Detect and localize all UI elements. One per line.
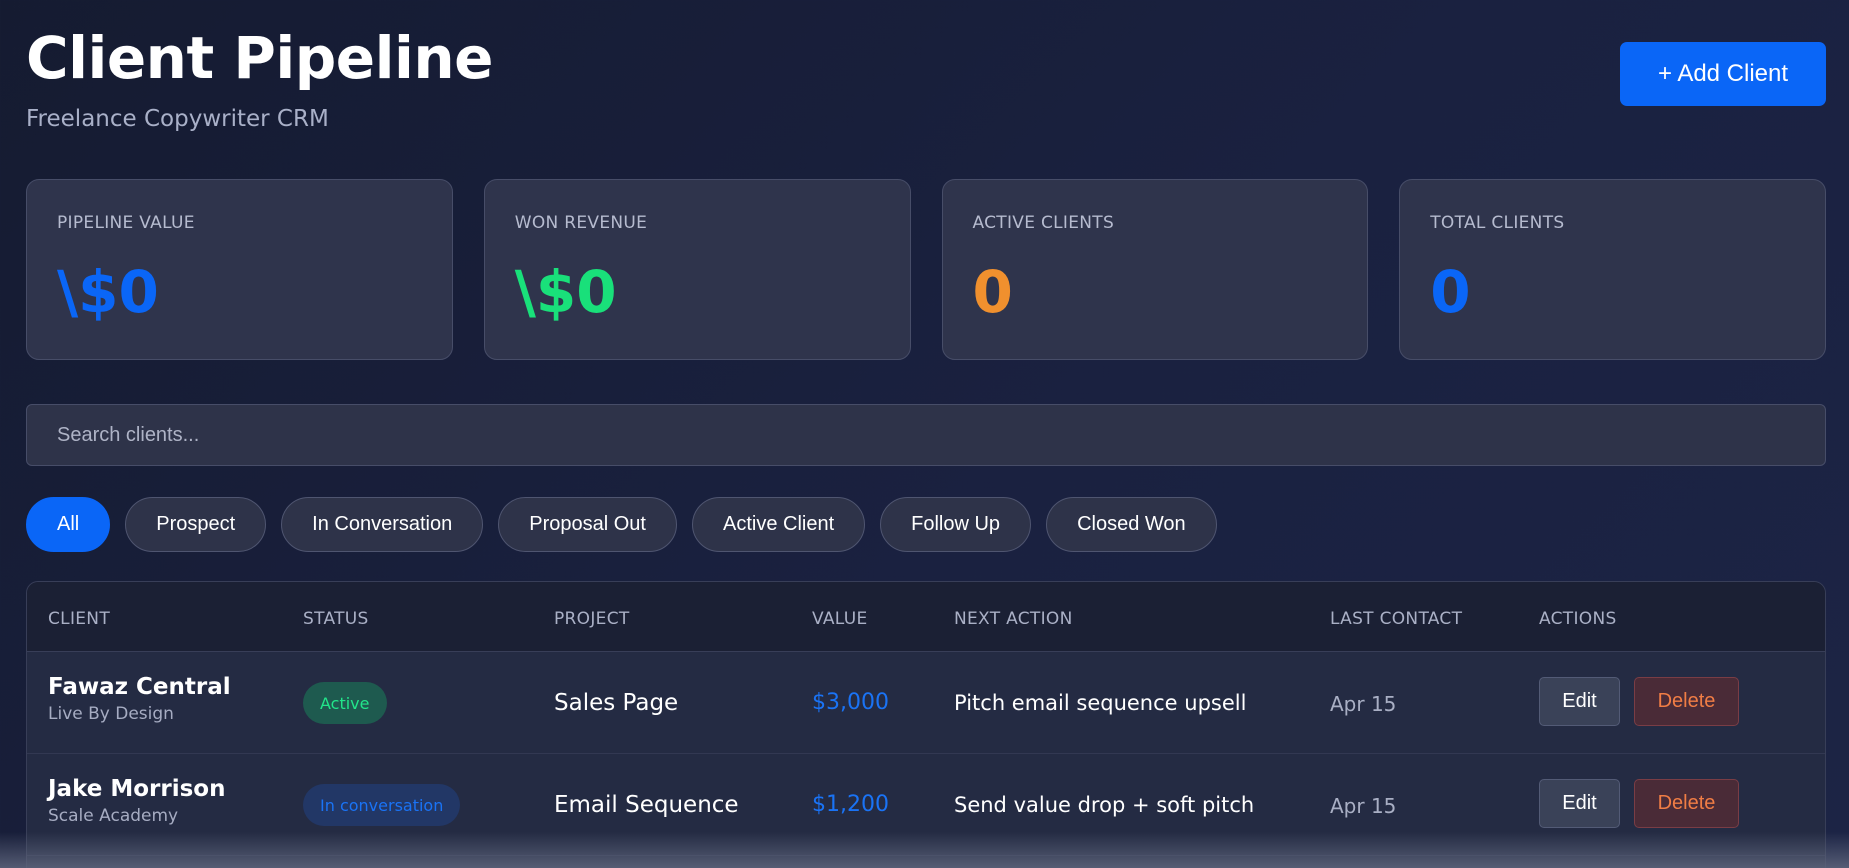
edit-button[interactable]: Edit	[1539, 779, 1620, 828]
filter-active-client[interactable]: Active Client	[691, 497, 866, 552]
stat-value: 0	[972, 258, 1013, 326]
stat-label: PIPELINE VALUE	[57, 213, 195, 233]
column-header-project: PROJECT	[554, 609, 630, 629]
search-input[interactable]	[27, 405, 1825, 465]
column-header-client: CLIENT	[48, 609, 110, 629]
table-row: Fawaz Central Live By Design Active Sale…	[27, 652, 1825, 754]
stats-row: PIPELINE VALUE \$0 WON REVENUE \$0 ACTIV…	[26, 179, 1826, 360]
client-cell: Jake Morrison Scale Academy	[48, 776, 226, 826]
add-client-button[interactable]: + Add Client	[1620, 42, 1826, 106]
filter-closed-won[interactable]: Closed Won	[1046, 497, 1217, 552]
last-contact-cell: Apr 15	[1330, 794, 1397, 818]
column-header-last-contact: LAST CONTACT	[1330, 609, 1463, 629]
column-header-actions: ACTIONS	[1539, 609, 1617, 629]
client-company: Scale Academy	[48, 806, 179, 826]
crm-page: Client Pipeline Freelance Copywriter CRM…	[26, 0, 1826, 868]
actions-cell: Edit Delete	[1539, 779, 1739, 828]
stat-label: ACTIVE CLIENTS	[972, 213, 1115, 233]
filter-proposal-out[interactable]: Proposal Out	[498, 497, 677, 552]
last-contact-cell: Apr 15	[1330, 692, 1397, 716]
page-title: Client Pipeline	[26, 24, 494, 92]
actions-cell: Edit Delete	[1539, 677, 1739, 726]
edit-button[interactable]: Edit	[1539, 677, 1620, 726]
column-header-status: STATUS	[303, 609, 369, 629]
stat-card-won-revenue: WON REVENUE \$0	[483, 179, 911, 360]
project-cell: Sales Page	[554, 690, 679, 716]
filter-in-conversation[interactable]: In Conversation	[281, 497, 484, 552]
stat-label: TOTAL CLIENTS	[1430, 213, 1565, 233]
delete-button[interactable]: Delete	[1634, 677, 1739, 726]
filter-all[interactable]: All	[26, 497, 111, 552]
project-cell: Email Sequence	[554, 792, 739, 818]
table-header: CLIENT STATUS PROJECT VALUE NEXT ACTION …	[27, 582, 1825, 652]
status-cell: In conversation	[303, 784, 461, 826]
column-header-value: VALUE	[812, 609, 868, 629]
stat-card-active-clients: ACTIVE CLIENTS 0	[941, 179, 1369, 360]
filter-follow-up[interactable]: Follow Up	[880, 497, 1032, 552]
stat-card-total-clients: TOTAL CLIENTS 0	[1399, 179, 1826, 360]
page-subtitle: Freelance Copywriter CRM	[26, 106, 329, 132]
value-cell: $1,200	[812, 792, 889, 817]
stat-value: \$0	[57, 258, 159, 326]
search-bar	[26, 404, 1826, 466]
clients-table: CLIENT STATUS PROJECT VALUE NEXT ACTION …	[26, 581, 1826, 868]
client-company: Live By Design	[48, 704, 174, 724]
client-name: Jake Morrison	[48, 776, 226, 802]
value-cell: $3,000	[812, 690, 889, 715]
next-action-cell: Send value drop + soft pitch	[954, 793, 1255, 817]
status-filter-pills: All Prospect In Conversation Proposal Ou…	[26, 497, 1217, 552]
table-row: Jake Morrison Scale Academy In conversat…	[27, 754, 1825, 856]
stat-value: 0	[1430, 258, 1471, 326]
stat-label: WON REVENUE	[514, 213, 648, 233]
filter-prospect[interactable]: Prospect	[125, 497, 267, 552]
status-cell: Active	[303, 682, 387, 724]
status-badge: In conversation	[303, 784, 461, 826]
client-cell: Fawaz Central Live By Design	[48, 674, 231, 724]
status-badge: Active	[303, 682, 387, 724]
column-header-next-action: NEXT ACTION	[954, 609, 1073, 629]
client-name: Fawaz Central	[48, 674, 231, 700]
next-action-cell: Pitch email sequence upsell	[954, 691, 1247, 715]
stat-card-pipeline-value: PIPELINE VALUE \$0	[26, 179, 453, 360]
delete-button[interactable]: Delete	[1634, 779, 1739, 828]
page-header: Client Pipeline Freelance Copywriter CRM…	[26, 0, 1826, 150]
stat-value: \$0	[514, 258, 617, 326]
